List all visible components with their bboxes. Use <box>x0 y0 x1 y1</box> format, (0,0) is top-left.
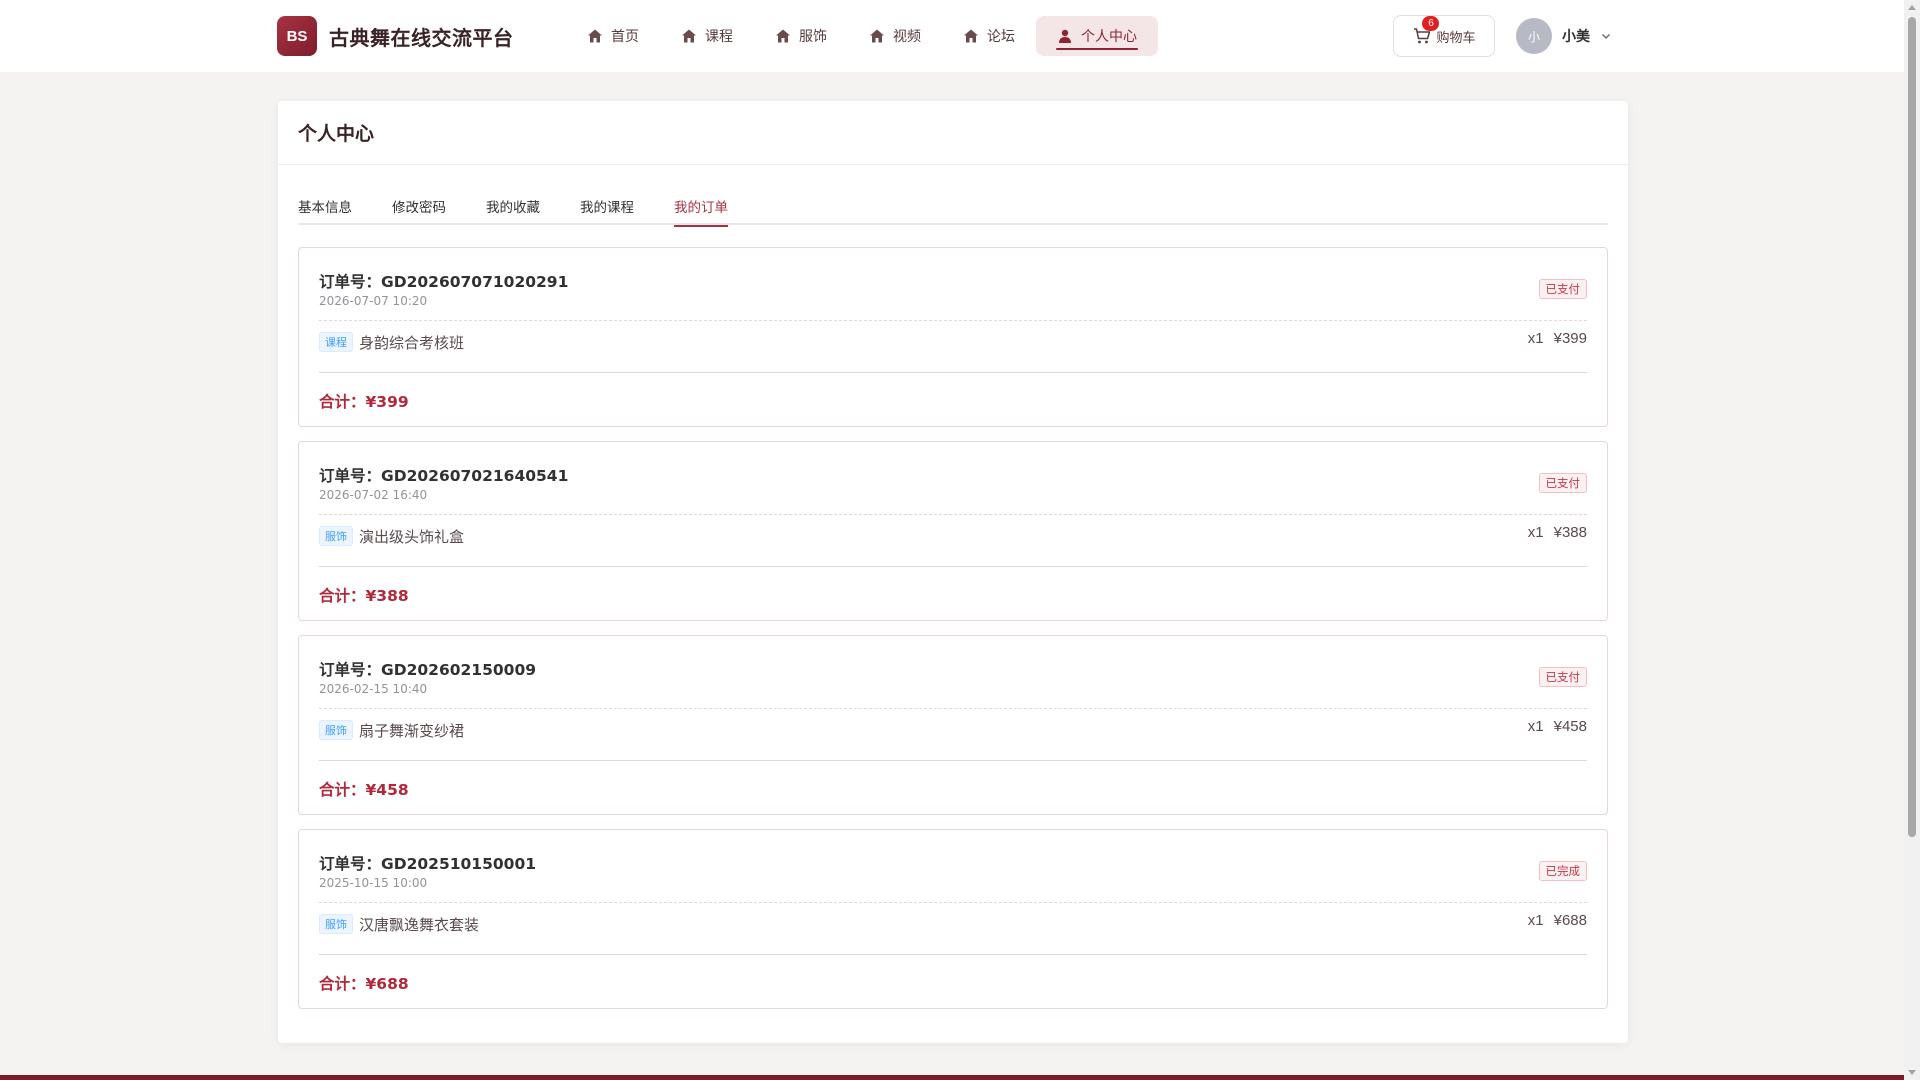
nav-item-label: 视频 <box>893 29 921 45</box>
order-item: 服饰 演出级头饰礼盒 x1 ¥388 <box>319 524 1587 548</box>
item-qty-price: x1 ¥388 <box>1528 524 1587 541</box>
status-badge: 已完成 <box>1538 861 1587 881</box>
item-price: ¥458 <box>1553 718 1587 735</box>
order-number: 订单号：GD202607071020291 <box>319 273 569 291</box>
item-quantity: x1 <box>1527 718 1544 735</box>
order-card: 订单号：GD202510150001 2025-10-15 10:00 已完成 … <box>298 829 1608 1009</box>
scroll-up-arrow-icon[interactable] <box>1908 5 1916 10</box>
item-category-tag: 服饰 <box>319 914 353 934</box>
order-date: 2026-02-15 10:40 <box>319 682 428 696</box>
profile-card: 个人中心 基本信息 修改密码 我的收藏 我的课程 我的订单 订单号：GD2026… <box>278 101 1628 1043</box>
item-name: 汉唐飘逸舞衣套装 <box>359 915 480 934</box>
item-name: 扇子舞渐变纱裙 <box>359 721 465 740</box>
divider <box>319 566 1587 567</box>
item-qty-price: x1 ¥399 <box>1528 330 1587 347</box>
item-qty-price: x1 ¥688 <box>1528 912 1587 929</box>
site-logo[interactable]: BS <box>277 16 317 56</box>
item-category-tag: 服饰 <box>319 526 353 546</box>
home-icon <box>870 29 884 43</box>
status-badge: 已支付 <box>1538 473 1587 493</box>
tab-basic-info[interactable]: 基本信息 <box>298 193 352 225</box>
order-card: 订单号：GD202602150009 2026-02-15 10:40 已支付 … <box>298 635 1608 815</box>
divider <box>319 514 1587 515</box>
user-icon <box>1059 29 1071 43</box>
order-date: 2026-07-02 16:40 <box>319 488 428 502</box>
cart-label: 购物车 <box>1436 29 1476 45</box>
order-date: 2025-10-15 10:00 <box>319 876 428 890</box>
item-name: 演出级头饰礼盒 <box>359 527 465 546</box>
order-item: 服饰 汉唐飘逸舞衣套装 x1 ¥688 <box>319 912 1587 936</box>
nav-item-home[interactable]: 首页 <box>566 16 660 56</box>
user-menu[interactable]: 小 小美 <box>1516 16 1612 56</box>
divider <box>319 708 1587 709</box>
status-badge: 已支付 <box>1538 279 1587 299</box>
order-card: 订单号：GD202607071020291 2026-07-07 10:20 已… <box>298 247 1608 427</box>
chevron-down-icon[interactable] <box>1600 30 1612 42</box>
top-navbar: BS 古典舞在线交流平台 首页 课程 服饰 视频 论坛 个人中心 6 购物车 小… <box>0 0 1904 72</box>
footer-strip <box>0 1075 1904 1080</box>
item-quantity: x1 <box>1527 912 1544 929</box>
divider <box>319 954 1587 955</box>
page-title: 个人中心 <box>298 123 375 145</box>
site-title[interactable]: 古典舞在线交流平台 <box>329 22 514 51</box>
item-category-tag: 服饰 <box>319 720 353 740</box>
order-number: 订单号：GD202510150001 <box>319 855 537 873</box>
order-date: 2026-07-07 10:20 <box>319 294 428 308</box>
tab-my-courses[interactable]: 我的课程 <box>580 193 634 225</box>
avatar[interactable]: 小 <box>1516 18 1552 54</box>
home-icon <box>682 29 696 43</box>
item-price: ¥688 <box>1553 912 1587 929</box>
order-total: 合计：¥388 <box>319 587 409 605</box>
divider <box>319 760 1587 761</box>
nav-item-label: 课程 <box>705 29 733 45</box>
nav-item-profile[interactable]: 个人中心 <box>1036 16 1158 56</box>
tab-change-password[interactable]: 修改密码 <box>392 193 446 225</box>
home-icon <box>588 29 602 43</box>
scroll-down-arrow-icon[interactable] <box>1908 1070 1916 1075</box>
tab-favorites[interactable]: 我的收藏 <box>486 193 540 225</box>
order-list: 订单号：GD202607071020291 2026-07-07 10:20 已… <box>298 247 1608 1023</box>
item-category-tag: 课程 <box>319 332 353 352</box>
cart-button[interactable]: 6 购物车 <box>1393 15 1495 57</box>
nav-item-label: 服饰 <box>799 29 827 45</box>
home-icon <box>776 29 790 43</box>
main-nav: 首页 课程 服饰 视频 论坛 个人中心 <box>566 16 1158 56</box>
nav-item-forum[interactable]: 论坛 <box>942 16 1036 56</box>
nav-item-costumes[interactable]: 服饰 <box>754 16 848 56</box>
item-qty-price: x1 ¥458 <box>1528 718 1587 735</box>
divider <box>319 320 1587 321</box>
item-name: 身韵综合考核班 <box>359 333 465 352</box>
scrollbar-thumb[interactable] <box>1908 17 1916 837</box>
order-number: 订单号：GD202607021640541 <box>319 467 569 485</box>
order-item: 服饰 扇子舞渐变纱裙 x1 ¥458 <box>319 718 1587 742</box>
tab-my-orders[interactable]: 我的订单 <box>674 193 728 227</box>
nav-item-courses[interactable]: 课程 <box>660 16 754 56</box>
cart-icon-wrap: 6 <box>1412 16 1440 46</box>
page-scrollbar[interactable] <box>1904 0 1920 1080</box>
item-quantity: x1 <box>1527 524 1544 541</box>
nav-item-videos[interactable]: 视频 <box>848 16 942 56</box>
divider <box>319 372 1587 373</box>
profile-tabs: 基本信息 修改密码 我的收藏 我的课程 我的订单 <box>298 193 1608 227</box>
user-name[interactable]: 小美 <box>1562 26 1590 46</box>
order-item: 课程 身韵综合考核班 x1 ¥399 <box>319 330 1587 354</box>
order-card: 订单号：GD202607021640541 2026-07-02 16:40 已… <box>298 441 1608 621</box>
active-nav-underline <box>1056 48 1138 50</box>
card-header: 个人中心 <box>278 101 1628 165</box>
item-price: ¥388 <box>1553 524 1587 541</box>
nav-item-label: 首页 <box>611 29 639 45</box>
status-badge: 已支付 <box>1538 667 1587 687</box>
nav-item-label: 论坛 <box>987 29 1015 45</box>
nav-item-label: 个人中心 <box>1081 29 1137 45</box>
order-total: 合计：¥458 <box>319 781 409 799</box>
item-price: ¥399 <box>1553 330 1587 347</box>
order-total: 合计：¥688 <box>319 975 409 993</box>
divider <box>319 902 1587 903</box>
item-quantity: x1 <box>1527 330 1544 347</box>
order-number: 订单号：GD202602150009 <box>319 661 537 679</box>
home-icon <box>964 29 978 43</box>
order-total: 合计：¥399 <box>319 393 409 411</box>
